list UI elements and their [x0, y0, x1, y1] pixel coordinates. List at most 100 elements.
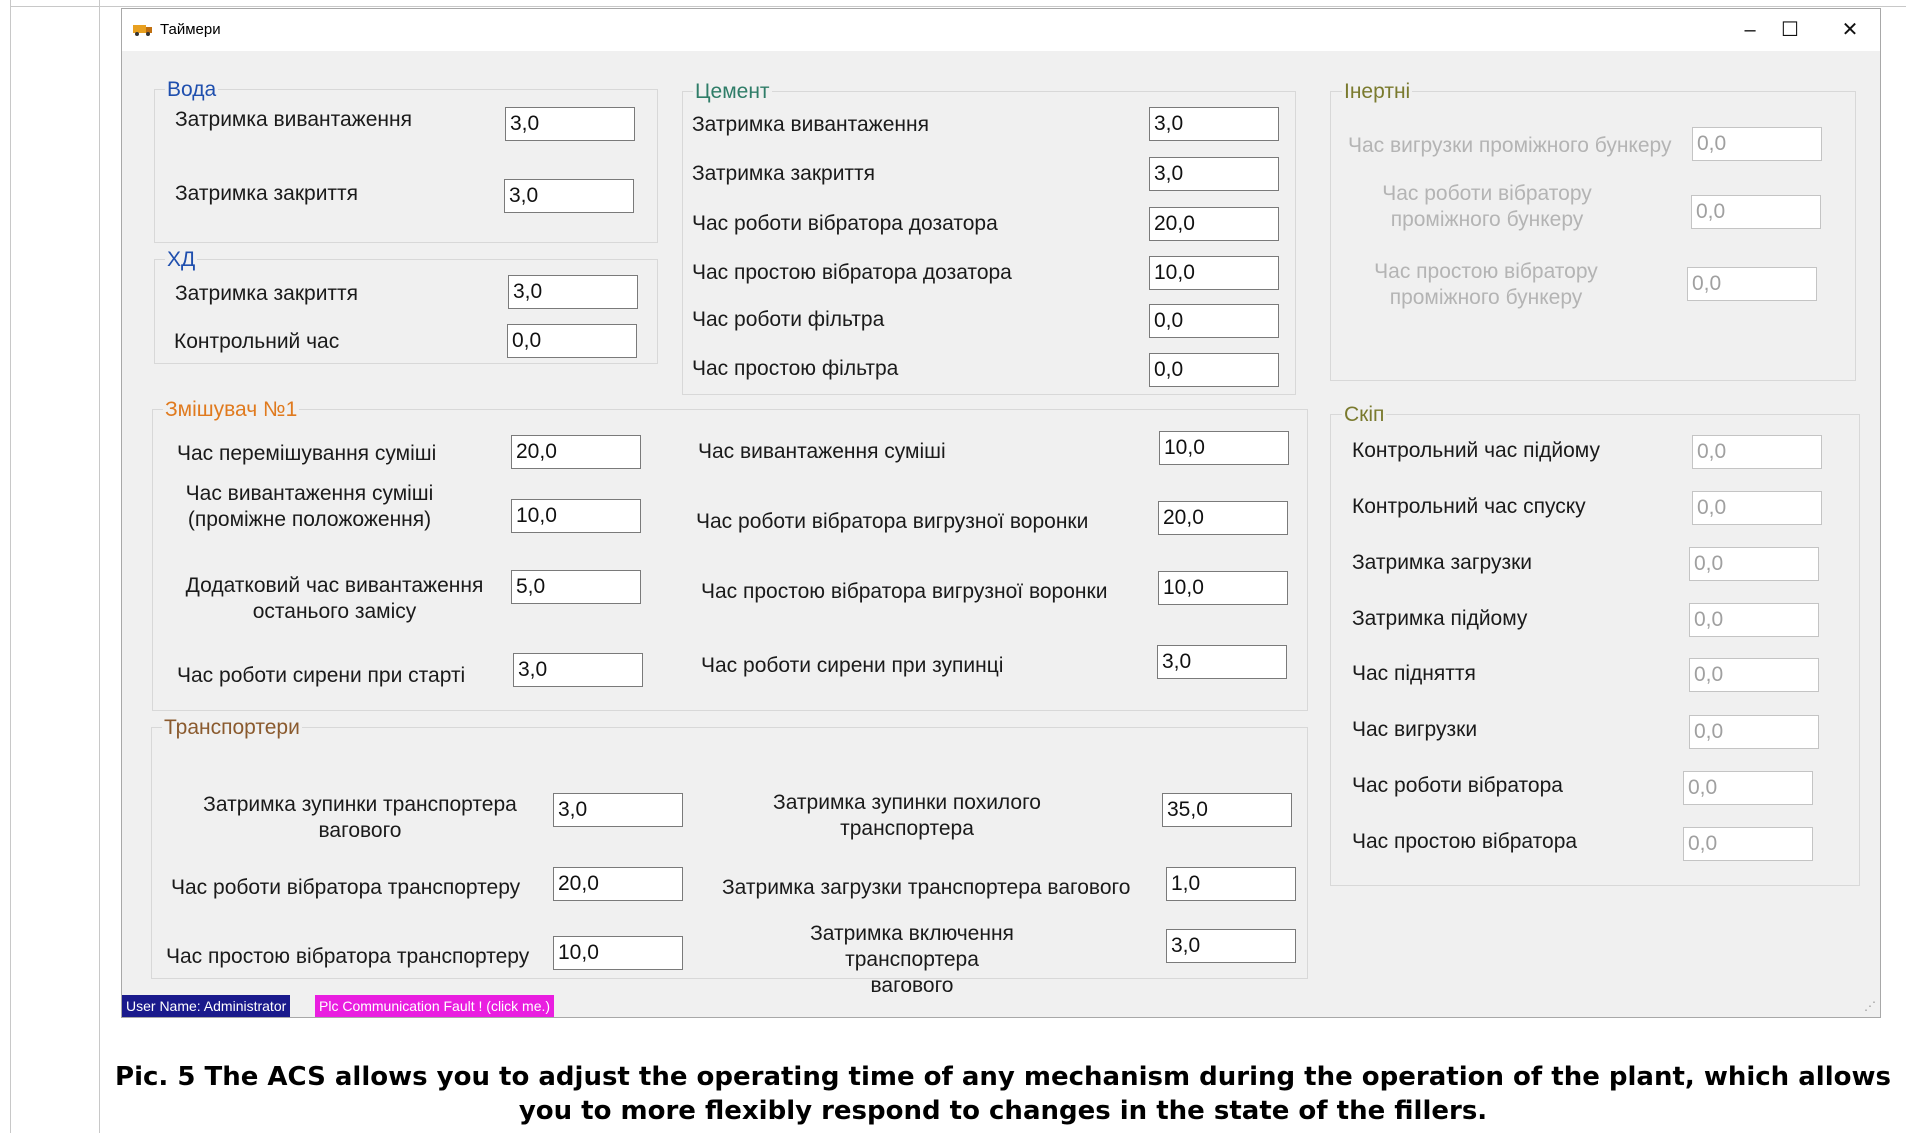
- conveyor-weigh-stop-label-line1: Затримка зупинки транспортера: [203, 793, 517, 816]
- cement-vibrator-work-input[interactable]: [1149, 207, 1279, 241]
- mixer-siren-start-label: Час роботи сирени при старті: [177, 664, 466, 687]
- skip-unload-time-input[interactable]: [1689, 715, 1819, 749]
- skip-load-delay-input[interactable]: [1689, 547, 1819, 581]
- mixer-funnel-vibrator-work-label: Час роботи вібратора вигрузної воронки: [696, 510, 1089, 533]
- cement-vibrator-idle-label: Час простою вібратора дозатора: [692, 261, 1012, 284]
- mixer-unload-time-input[interactable]: [1159, 431, 1289, 465]
- conveyor-incline-stop-input[interactable]: [1162, 793, 1292, 827]
- water-close-delay-label: Затримка закриття: [175, 182, 359, 205]
- mixer-siren-start-input[interactable]: [513, 653, 643, 687]
- inert-bunker-unload-label: Час вигрузки проміжного бункеру: [1348, 134, 1672, 157]
- skip-lift-delay-input[interactable]: [1689, 603, 1819, 637]
- conveyor-weigh-stop-label: Затримка зупинки транспортера вагового: [190, 792, 530, 844]
- conveyor-vibrator-idle-label: Час простою вібратора транспортеру: [166, 945, 530, 968]
- inert-vibrator-idle-label-line1: Час простою вібратору: [1374, 260, 1598, 283]
- mixer-additional-unload-label-line2: останього замісу: [252, 600, 417, 623]
- group-inert-title: Інертні: [1342, 80, 1413, 104]
- mixer-funnel-vibrator-idle-label: Час простою вібратора вигрузної воронки: [701, 580, 1108, 603]
- conveyor-vibrator-idle-input[interactable]: [553, 936, 683, 970]
- inert-vibrator-idle-label: Час простою вібратору проміжного бункеру: [1356, 259, 1616, 311]
- group-skip: [1330, 414, 1860, 886]
- cement-close-delay-label: Затримка закриття: [692, 162, 876, 185]
- hd-control-time-input[interactable]: [507, 324, 637, 358]
- mixer-additional-unload-label-line1: Додатковий час вивантаження: [185, 574, 484, 597]
- skip-lift-delay-label: Затримка підйому: [1352, 607, 1528, 630]
- group-cement-title: Цемент: [693, 80, 772, 104]
- page-border-top: [10, 6, 1906, 7]
- window-title: Таймери: [160, 21, 221, 38]
- conveyor-weigh-start-label-line1: Затримка включення транспортера: [810, 922, 1014, 971]
- skip-lift-time-input[interactable]: [1689, 658, 1819, 692]
- resize-grip-icon[interactable]: ⋰: [1864, 999, 1876, 1013]
- water-close-delay-input[interactable]: [504, 179, 634, 213]
- page-border-left: [10, 0, 11, 1133]
- conveyor-weigh-stop-input[interactable]: [553, 793, 683, 827]
- truck-app-icon: [133, 25, 152, 36]
- conveyor-weigh-load-input[interactable]: [1166, 867, 1296, 901]
- status-plc-fault-button[interactable]: Plc Communication Fault ! (click me.): [315, 995, 555, 1017]
- group-conveyors: [151, 727, 1308, 979]
- conveyor-weigh-start-label: Затримка включення транспортера вагового: [742, 921, 1082, 999]
- cement-filter-idle-label: Час простою фільтра: [692, 357, 899, 380]
- cement-vibrator-work-label: Час роботи вібратора дозатора: [692, 212, 998, 235]
- cement-vibrator-idle-input[interactable]: [1149, 256, 1279, 290]
- inert-vibrator-work-label-line1: Час роботи вібратору: [1382, 182, 1592, 205]
- cement-close-delay-input[interactable]: [1149, 157, 1279, 191]
- page-border-inner: [99, 0, 100, 1133]
- mixer-mixing-time-input[interactable]: [511, 435, 641, 469]
- cement-unload-delay-label: Затримка вивантаження: [692, 113, 929, 136]
- mixer-mixing-time-label: Час перемішування суміші: [177, 442, 437, 465]
- mixer-intermediate-unload-label-line1: Час вивантаження суміші: [185, 482, 434, 505]
- conveyor-weigh-load-label: Затримка загрузки транспортера вагового: [722, 876, 1131, 899]
- conveyor-incline-stop-label: Затримка зупинки похилого транспортера: [747, 790, 1067, 842]
- mixer-additional-unload-label: Додатковий час вивантаження останього за…: [167, 573, 502, 625]
- water-unload-delay-label: Затримка вивантаження: [175, 108, 412, 131]
- conveyor-incline-stop-label-line1: Затримка зупинки похилого: [773, 791, 1041, 814]
- maximize-button[interactable]: ☐: [1762, 15, 1818, 45]
- inert-vibrator-work-label-line2: проміжного бункеру: [1390, 208, 1584, 231]
- mixer-unload-time-label: Час вивантаження суміші: [698, 440, 946, 463]
- cement-unload-delay-input[interactable]: [1149, 107, 1279, 141]
- mixer-funnel-vibrator-work-input[interactable]: [1158, 501, 1288, 535]
- inert-vibrator-work-input[interactable]: [1691, 195, 1821, 229]
- conveyor-incline-stop-label-line2: транспортера: [840, 817, 974, 840]
- skip-vibrator-work-input[interactable]: [1683, 771, 1813, 805]
- hd-close-delay-input[interactable]: [508, 275, 638, 309]
- cement-filter-work-input[interactable]: [1149, 304, 1279, 338]
- close-button[interactable]: ✕: [1822, 15, 1878, 45]
- skip-vibrator-idle-label: Час простою вібратора: [1352, 830, 1578, 853]
- mixer-siren-stop-label: Час роботи сирени при зупинці: [701, 654, 1004, 677]
- figure-caption-line1: Pic. 5 The ACS allows you to adjust the …: [115, 1062, 1891, 1092]
- mixer-siren-stop-input[interactable]: [1157, 645, 1287, 679]
- skip-control-lower-input[interactable]: [1692, 491, 1822, 525]
- group-hd-title: ХД: [165, 248, 198, 272]
- mixer-intermediate-unload-label-line2: (проміжне положоження): [187, 508, 432, 531]
- conveyor-vibrator-work-label: Час роботи вібратора транспортеру: [171, 876, 521, 899]
- mixer-additional-unload-input[interactable]: [511, 570, 641, 604]
- mixer-intermediate-unload-label: Час вивантаження суміші (проміжне положо…: [162, 481, 457, 533]
- figure-caption: Pic. 5 The ACS allows you to adjust the …: [100, 1060, 1906, 1128]
- mixer-funnel-vibrator-idle-input[interactable]: [1158, 571, 1288, 605]
- hd-control-time-label: Контрольний час: [174, 330, 340, 353]
- inert-vibrator-idle-input[interactable]: [1687, 267, 1817, 301]
- group-skip-title: Скіп: [1342, 403, 1387, 427]
- title-bar: Таймери – ☐ ✕: [122, 9, 1880, 51]
- conveyor-weigh-start-input[interactable]: [1166, 929, 1296, 963]
- skip-control-lift-label: Контрольний час підйому: [1352, 439, 1600, 462]
- inert-bunker-unload-input[interactable]: [1692, 127, 1822, 161]
- conveyor-weigh-stop-label-line2: вагового: [318, 819, 402, 842]
- group-mixer-title: Змішувач №1: [163, 398, 300, 422]
- conveyor-vibrator-work-input[interactable]: [553, 867, 683, 901]
- water-unload-delay-input[interactable]: [505, 107, 635, 141]
- inert-vibrator-idle-label-line2: проміжного бункеру: [1389, 286, 1583, 309]
- conveyor-weigh-start-label-line2: вагового: [870, 974, 954, 997]
- cement-filter-idle-input[interactable]: [1149, 353, 1279, 387]
- skip-vibrator-work-label: Час роботи вібратора: [1352, 774, 1563, 797]
- skip-control-lift-input[interactable]: [1692, 435, 1822, 469]
- group-conveyors-title: Транспортери: [162, 716, 302, 740]
- timers-window: Таймери – ☐ ✕ Вода Затримка вивантаження…: [121, 8, 1881, 1018]
- skip-vibrator-idle-input[interactable]: [1683, 827, 1813, 861]
- mixer-intermediate-unload-input[interactable]: [511, 499, 641, 533]
- hd-close-delay-label: Затримка закриття: [175, 282, 359, 305]
- figure-caption-line2: you to more flexibly respond to changes …: [518, 1096, 1488, 1126]
